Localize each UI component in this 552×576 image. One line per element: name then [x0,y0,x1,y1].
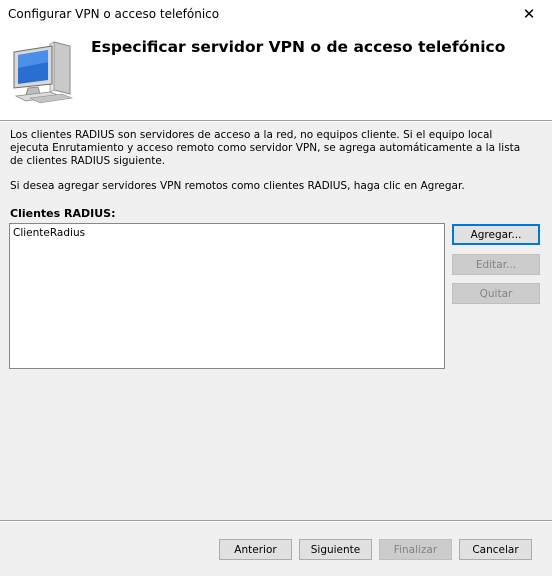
finish-button[interactable]: Finalizar [379,539,452,560]
computer-monitor-icon [13,41,74,104]
remove-button[interactable]: Quitar [452,283,540,304]
next-button[interactable]: Siguiente [299,539,372,560]
footer-divider-highlight [0,521,552,522]
header-divider-highlight [0,121,552,122]
list-item[interactable]: ClienteRadius [13,227,85,239]
edit-button[interactable]: Editar... [452,254,540,275]
back-button[interactable]: Anterior [219,539,292,560]
radius-clients-list[interactable]: ClienteRadius [9,223,445,369]
close-button[interactable]: ✕ [506,0,552,28]
title-bar: Configurar VPN o acceso telefónico ✕ [0,0,552,28]
page-title: Especificar servidor VPN o de acceso tel… [91,38,506,56]
radius-clients-label: Clientes RADIUS: [10,207,116,220]
close-icon: ✕ [522,5,536,23]
add-button[interactable]: Agregar... [452,224,540,245]
description-text: Los clientes RADIUS son servidores de ac… [10,129,521,167]
window-title: Configurar VPN o acceso telefónico [8,7,220,21]
instruction-text: Si desea agregar servidores VPN remotos … [10,180,465,192]
wizard-header: Especificar servidor VPN o de acceso tel… [0,28,552,120]
cancel-button[interactable]: Cancelar [459,539,532,560]
